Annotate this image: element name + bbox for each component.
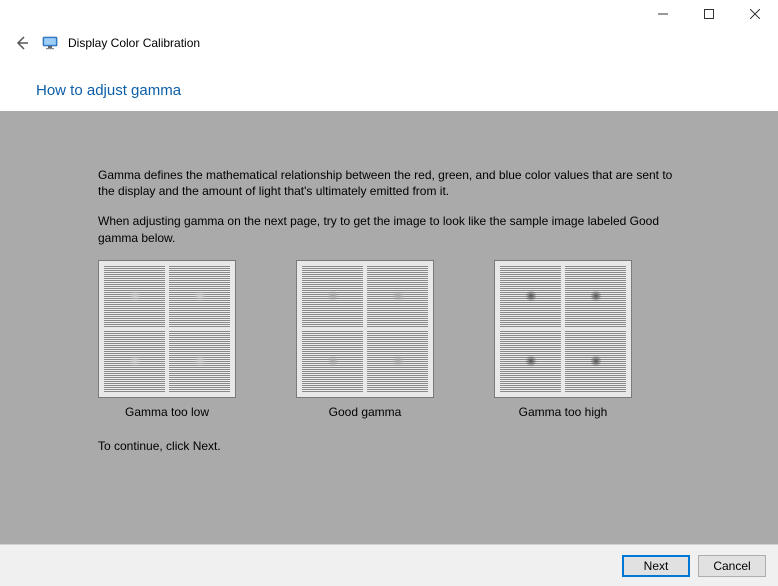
maximize-button[interactable] [686,0,732,28]
sample-label-good: Good gamma [329,404,402,420]
close-icon [750,9,760,19]
window-title: Display Color Calibration [68,36,200,50]
sample-image-high [494,260,632,398]
sample-image-low [98,260,236,398]
header: Display Color Calibration [0,28,778,58]
back-button[interactable] [12,33,32,53]
minimize-button[interactable] [640,0,686,28]
page-heading: How to adjust gamma [0,58,778,111]
sample-label-low: Gamma too low [125,404,209,420]
continue-instruction: To continue, click Next. [98,438,680,454]
sample-image-good [296,260,434,398]
sample-gamma-high: Gamma too high [494,260,632,420]
titlebar [0,0,778,28]
description-paragraph-2: When adjusting gamma on the next page, t… [98,213,680,245]
close-button[interactable] [732,0,778,28]
description-paragraph-1: Gamma defines the mathematical relations… [98,167,680,199]
gamma-samples: Gamma too low Good gamma Gamma too high [98,260,680,420]
sample-label-high: Gamma too high [519,404,608,420]
minimize-icon [658,9,668,19]
sample-gamma-good: Good gamma [296,260,434,420]
display-icon [42,35,58,51]
next-button[interactable]: Next [622,555,690,577]
back-arrow-icon [14,35,30,51]
sample-gamma-low: Gamma too low [98,260,236,420]
maximize-icon [704,9,714,19]
footer: Next Cancel [0,544,778,586]
cancel-button[interactable]: Cancel [698,555,766,577]
content-panel: Gamma defines the mathematical relations… [0,111,778,556]
